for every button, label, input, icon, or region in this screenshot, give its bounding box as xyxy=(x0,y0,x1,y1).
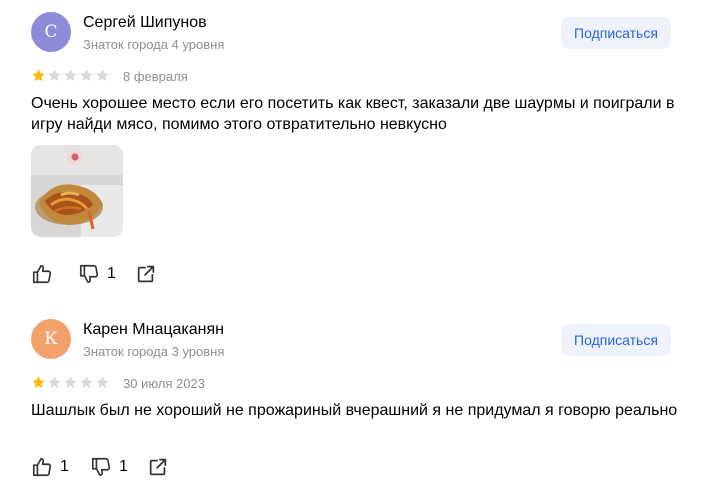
review-text: Шашлык был не хороший не прожариный вчер… xyxy=(31,402,678,419)
star-empty-icon xyxy=(80,376,93,389)
subscribe-button[interactable]: Подписаться xyxy=(561,17,671,49)
thumbs-up-icon xyxy=(32,457,52,477)
thumbs-down-icon xyxy=(79,264,99,284)
review-card: К Карен Мнацаканян Знаток города 3 уровн… xyxy=(0,307,723,495)
star-empty-icon xyxy=(80,69,93,82)
star-empty-icon xyxy=(96,69,109,82)
star-filled-icon xyxy=(32,69,45,82)
review-date: 30 июля 2023 xyxy=(123,376,205,391)
like-button[interactable]: 1 xyxy=(31,456,69,478)
star-empty-icon xyxy=(64,69,77,82)
review-card: С Сергей Шипунов Знаток города 4 уровня … xyxy=(0,0,723,300)
subscribe-button[interactable]: Подписаться xyxy=(561,324,671,356)
like-button[interactable] xyxy=(31,263,60,285)
star-empty-icon xyxy=(96,376,109,389)
rating-stars xyxy=(31,375,110,390)
share-button[interactable] xyxy=(147,456,169,478)
author-level: Знаток города 4 уровня xyxy=(83,37,225,52)
review-text: Очень хорошее место если его посетить ка… xyxy=(31,95,675,133)
share-icon xyxy=(137,265,155,283)
food-photo-image xyxy=(31,145,123,237)
author-name[interactable]: Сергей Шипунов xyxy=(83,14,207,32)
dislike-button[interactable]: 1 xyxy=(78,263,116,285)
share-button[interactable] xyxy=(135,263,157,285)
dislike-button[interactable]: 1 xyxy=(90,456,128,478)
author-name[interactable]: Карен Мнацаканян xyxy=(83,321,224,339)
review-actions: 1 1 xyxy=(31,456,171,480)
avatar[interactable]: С xyxy=(31,12,71,52)
avatar[interactable]: К xyxy=(31,319,71,359)
star-empty-icon xyxy=(48,376,61,389)
author-level: Знаток города 3 уровня xyxy=(83,344,225,359)
share-icon xyxy=(149,458,167,476)
review-photo[interactable] xyxy=(31,145,123,237)
avatar-letter: К xyxy=(44,329,58,349)
like-count: 1 xyxy=(60,458,69,475)
review-actions: 1 xyxy=(31,263,161,287)
dislike-count: 1 xyxy=(119,458,128,475)
review-date: 8 февраля xyxy=(123,69,188,84)
star-filled-icon xyxy=(32,376,45,389)
star-empty-icon xyxy=(64,376,77,389)
thumbs-down-icon xyxy=(91,457,111,477)
thumbs-up-icon xyxy=(32,264,52,284)
rating-stars xyxy=(31,68,110,83)
dislike-count: 1 xyxy=(107,265,116,282)
avatar-letter: С xyxy=(44,22,58,42)
star-empty-icon xyxy=(48,69,61,82)
